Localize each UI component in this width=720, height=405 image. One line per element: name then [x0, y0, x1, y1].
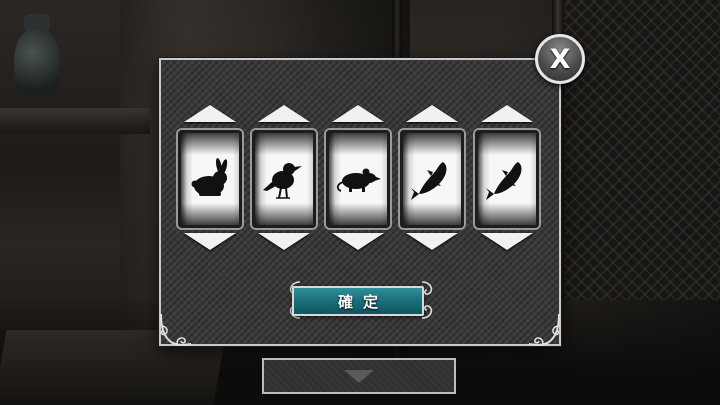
reel-4 — [400, 105, 464, 250]
close-label: X — [549, 43, 571, 75]
reel-3-up-arrow[interactable] — [332, 105, 384, 122]
corner-ornament-icon — [160, 313, 192, 346]
fish-icon — [411, 162, 447, 200]
reel-2-up-arrow[interactable] — [258, 105, 310, 122]
rat-icon — [336, 168, 381, 192]
reel-1-up-arrow[interactable] — [184, 105, 236, 122]
reel-1 — [178, 105, 242, 250]
vase — [14, 28, 60, 98]
corner-ornament-icon — [528, 313, 560, 346]
window-lattice — [560, 0, 720, 300]
reel-2-down-arrow[interactable] — [258, 233, 310, 250]
scroll-ornament-icon — [421, 281, 433, 319]
fish-icon — [486, 162, 522, 200]
reel-1-down-arrow[interactable] — [184, 233, 236, 250]
reel-4-down-arrow[interactable] — [406, 233, 458, 250]
reel-3 — [326, 105, 390, 250]
reel-1-drum[interactable] — [178, 130, 242, 228]
reel-4-up-arrow[interactable] — [406, 105, 458, 122]
reel-2 — [252, 105, 316, 250]
reel-5 — [475, 105, 539, 250]
shelf-edge — [0, 108, 150, 134]
reel-3-drum[interactable] — [326, 130, 390, 228]
confirm-label: 確定 — [337, 292, 388, 311]
rabbit-icon — [191, 158, 228, 196]
bird-icon — [263, 163, 302, 199]
reel-3-down-arrow[interactable] — [332, 233, 384, 250]
chevron-down-icon — [344, 369, 374, 383]
reel-2-drum[interactable] — [252, 130, 316, 228]
close-button[interactable]: X — [535, 34, 585, 84]
reel-5-down-arrow[interactable] — [481, 233, 533, 250]
collapse-tab[interactable] — [262, 358, 456, 394]
reel-5-up-arrow[interactable] — [481, 105, 533, 122]
confirm-button[interactable]: 確定 — [292, 286, 424, 316]
reel-5-drum[interactable] — [475, 130, 539, 228]
reel-4-drum[interactable] — [400, 130, 464, 228]
